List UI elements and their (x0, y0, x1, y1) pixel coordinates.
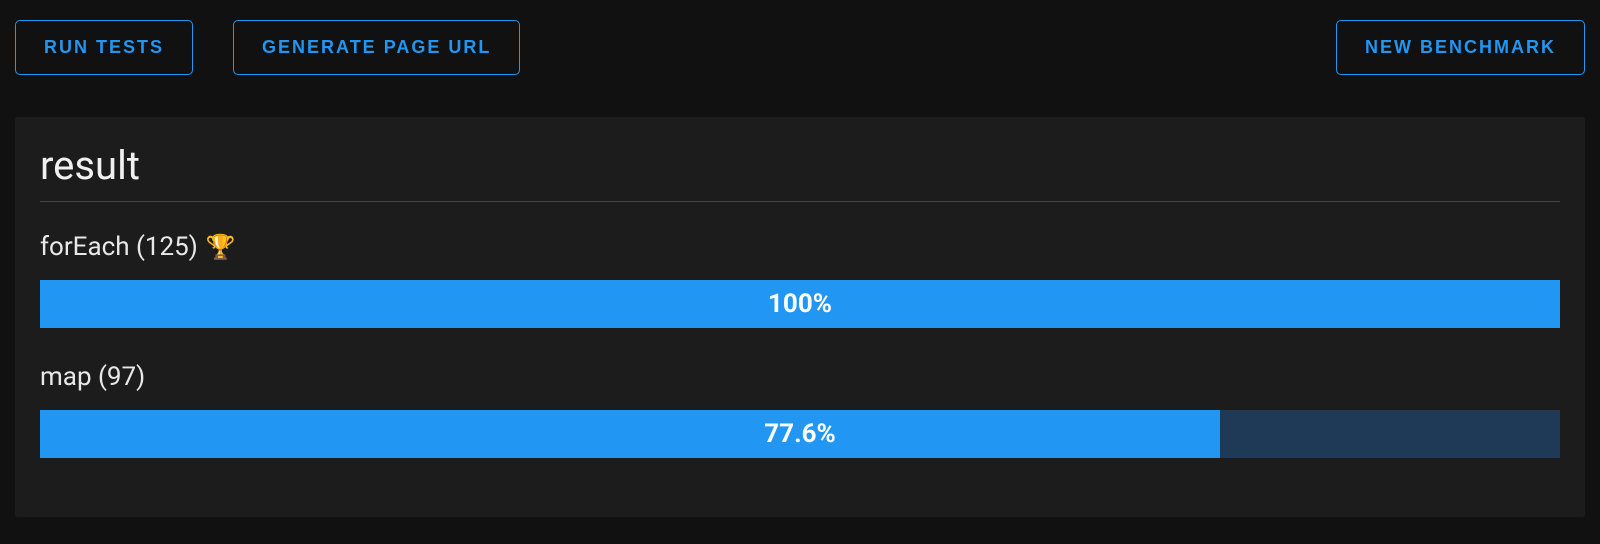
result-panel: result forEach (125) 🏆 100% map (97) 77.… (15, 117, 1585, 517)
result-name: forEach (125) (40, 232, 198, 262)
bar-percent-text: 100% (768, 289, 832, 319)
generate-page-url-button[interactable]: GENERATE PAGE URL (233, 20, 520, 75)
result-item: map (97) 77.6% (40, 362, 1560, 458)
bar-track: 77.6% (40, 410, 1560, 458)
result-name: map (97) (40, 362, 145, 392)
bar-percent-text: 77.6% (764, 419, 836, 449)
run-tests-button[interactable]: RUN TESTS (15, 20, 193, 75)
bar-track: 100% (40, 280, 1560, 328)
bar-fill (40, 410, 1220, 458)
trophy-icon: 🏆 (206, 233, 236, 261)
result-heading: result (40, 142, 1560, 202)
toolbar: RUN TESTS GENERATE PAGE URL NEW BENCHMAR… (15, 20, 1585, 75)
new-benchmark-button[interactable]: NEW BENCHMARK (1336, 20, 1585, 75)
result-label: map (97) (40, 362, 1560, 392)
result-label: forEach (125) 🏆 (40, 232, 1560, 262)
result-item: forEach (125) 🏆 100% (40, 232, 1560, 328)
